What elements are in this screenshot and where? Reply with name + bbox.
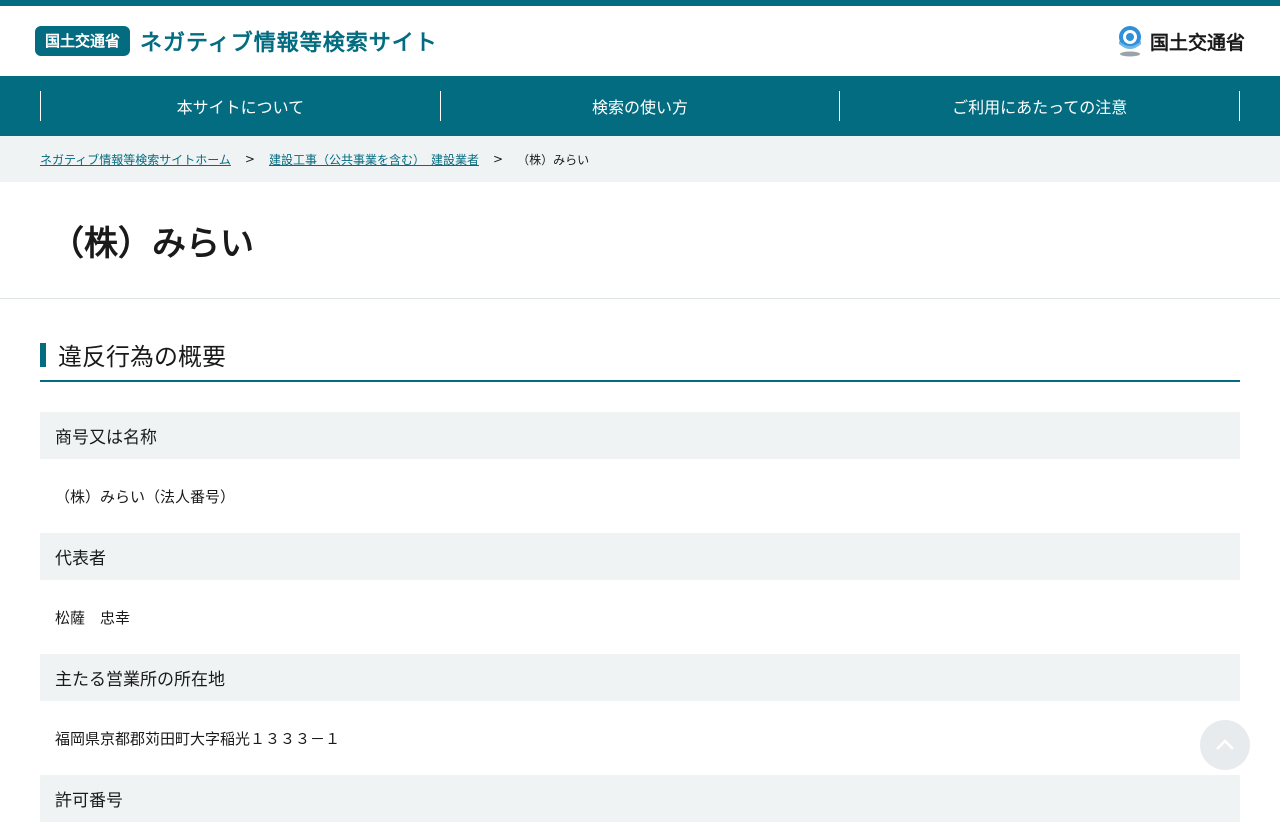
- violation-details: 商号又は名称 （株）みらい（法人番号） 代表者 松薩 忠幸 主たる営業所の所在地…: [40, 412, 1240, 822]
- site-header: 国土交通省 ネガティブ情報等検索サイト 国土交通省: [0, 6, 1280, 76]
- breadcrumb-home-link[interactable]: ネガティブ情報等検索サイトホーム: [40, 151, 231, 168]
- breadcrumb: ネガティブ情報等検索サイトホーム > 建設工事（公共事業を含む） 建設業者 > …: [0, 136, 1280, 182]
- field-label-office-address: 主たる営業所の所在地: [40, 654, 1240, 701]
- back-to-top-button[interactable]: [1200, 720, 1250, 770]
- mlit-logo[interactable]: 国土交通省: [1116, 25, 1245, 57]
- field-label-license-number: 許可番号: [40, 775, 1240, 822]
- site-brand[interactable]: 国土交通省 ネガティブ情報等検索サイト: [35, 25, 438, 57]
- ministry-badge: 国土交通省: [35, 26, 131, 56]
- page-title: （株）みらい: [50, 223, 254, 264]
- section-heading-text: 違反行為の概要: [58, 343, 226, 371]
- field-value-representative: 松薩 忠幸: [55, 608, 131, 627]
- breadcrumb-category-link[interactable]: 建設工事（公共事業を含む） 建設業者: [269, 151, 479, 168]
- main-content: 違反行為の概要 商号又は名称 （株）みらい（法人番号） 代表者 松薩 忠幸 主た…: [0, 299, 1280, 822]
- field-value-company-name: （株）みらい（法人番号）: [55, 487, 236, 506]
- page-title-area: （株）みらい: [0, 182, 1280, 299]
- field-value-office-address: 福岡県京都郡苅田町大字稲光１３３３－１: [55, 729, 341, 748]
- mlit-emblem-icon: [1118, 26, 1141, 57]
- section-heading: 違反行為の概要: [40, 337, 1240, 382]
- nav-usage-notes[interactable]: ご利用にあたっての注意: [839, 91, 1241, 121]
- breadcrumb-separator: >: [493, 152, 504, 166]
- mlit-logo-text: 国土交通省: [1149, 31, 1245, 54]
- breadcrumb-current: （株）みらい: [517, 152, 590, 167]
- global-nav: 本サイトについて 検索の使い方 ご利用にあたっての注意: [0, 76, 1280, 136]
- breadcrumb-separator: >: [244, 152, 255, 166]
- nav-about[interactable]: 本サイトについて: [40, 91, 440, 121]
- field-label-representative: 代表者: [40, 533, 1240, 580]
- nav-how-to-search[interactable]: 検索の使い方: [439, 91, 840, 121]
- chevron-up-icon: [1216, 739, 1234, 750]
- heading-accent-bar: [40, 342, 46, 367]
- site-title[interactable]: ネガティブ情報等検索サイト: [140, 25, 438, 57]
- field-label-company-name: 商号又は名称: [40, 412, 1240, 459]
